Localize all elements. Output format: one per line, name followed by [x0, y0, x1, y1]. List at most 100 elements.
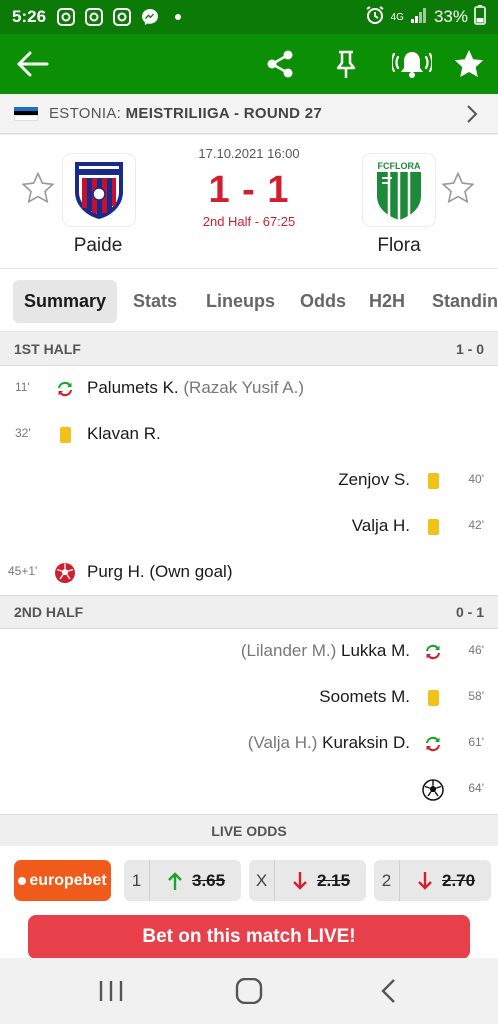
- tab-standings[interactable]: Standings: [421, 280, 498, 323]
- half-label: 1ST HALF: [14, 340, 81, 357]
- back-icon[interactable]: [374, 978, 404, 1004]
- system-nav-bar: [0, 958, 498, 1024]
- arrow-up-icon: [162, 871, 188, 891]
- away-team-logo[interactable]: FCFLORA: [363, 154, 435, 226]
- star-icon[interactable]: [453, 48, 485, 80]
- event-assist: (Razak Yusif A.): [183, 378, 305, 397]
- tab-stats[interactable]: Stats: [122, 280, 188, 323]
- odd-home[interactable]: 1 3.65: [124, 860, 241, 901]
- estonia-flag-icon: [14, 106, 38, 121]
- bookmaker-logo[interactable]: europebet: [14, 860, 111, 901]
- odd-value: 2.15: [317, 870, 351, 890]
- event-player: Valja H.: [351, 516, 410, 535]
- event-minute: 61': [468, 735, 484, 749]
- odd-away[interactable]: 2 2.70: [374, 860, 491, 901]
- away-logo-text: FCFLORA: [378, 161, 421, 171]
- away-team-name[interactable]: Flora: [339, 235, 459, 257]
- odd-label: 2: [374, 860, 400, 901]
- tab-summary[interactable]: Summary: [13, 280, 118, 323]
- yellow-card-icon: [422, 687, 444, 709]
- live-odds-header: LIVE ODDS: [0, 814, 498, 846]
- event-row[interactable]: Soomets M. 58': [0, 675, 498, 721]
- bookmaker-dot-icon: [18, 876, 27, 885]
- odd-value: 2.70: [442, 870, 476, 890]
- substitution-icon: [422, 641, 444, 663]
- home-team-name[interactable]: Paide: [38, 235, 158, 257]
- event-minute: 40': [468, 472, 484, 486]
- event-minute: 32': [15, 426, 31, 440]
- event-player: Lukka M.: [341, 641, 410, 660]
- bet-live-button[interactable]: Bet on this match LIVE!: [28, 915, 470, 959]
- event-row[interactable]: Valja H. 42': [0, 504, 498, 550]
- league-name: MEISTRILIIGA - ROUND 27: [125, 105, 322, 122]
- battery-level: 33%: [433, 7, 468, 26]
- event-row[interactable]: 45+1' Purg H. (Own goal): [0, 550, 498, 596]
- notification-app-icon: [112, 7, 132, 27]
- match-tabs: Summary Stats Lineups Odds H2H Standings: [0, 268, 498, 332]
- chevron-right-icon[interactable]: [466, 105, 478, 123]
- event-player: Palumets K.: [87, 378, 179, 397]
- event-player: Zenjov S.: [338, 470, 410, 489]
- substitution-icon: [422, 733, 444, 755]
- event-assist: (Valja H.): [247, 733, 318, 752]
- odd-label: 1: [124, 860, 150, 901]
- home-icon[interactable]: [234, 977, 264, 1005]
- bell-ringing-icon[interactable]: [390, 48, 434, 80]
- event-row[interactable]: 64': [0, 767, 498, 813]
- event-minute: 58': [468, 689, 484, 703]
- pin-icon[interactable]: [330, 48, 362, 80]
- event-assist: (Lilander M.): [240, 641, 337, 660]
- second-half-events: (Lilander M.) Lukka M. 46' Soomets M. 58…: [0, 629, 498, 814]
- battery-icon: [474, 4, 486, 30]
- own-goal-ball-icon: [54, 562, 76, 584]
- event-minute: 11': [15, 380, 30, 394]
- arrow-down-icon: [287, 871, 313, 891]
- yellow-card-icon: [422, 470, 444, 492]
- signal-icon: [410, 6, 428, 29]
- tab-odds[interactable]: Odds: [289, 280, 357, 323]
- tab-lineups[interactable]: Lineups: [195, 280, 286, 323]
- second-half-header: 2ND HALF 0 - 1: [0, 595, 498, 629]
- favorite-away-star-icon[interactable]: [441, 171, 475, 205]
- event-row[interactable]: (Valja H.) Kuraksin D. 61': [0, 721, 498, 767]
- half-score: 1 - 0: [455, 340, 484, 357]
- dot-icon: [168, 7, 188, 27]
- match-header: Paide 17.10.2021 16:00 1 - 1 2nd Half - …: [0, 135, 498, 268]
- half-label: 2ND HALF: [14, 604, 84, 620]
- odd-draw[interactable]: X 2.15: [249, 860, 366, 901]
- share-icon[interactable]: [264, 48, 296, 80]
- network-type: 4G: [390, 11, 404, 23]
- arrow-down-icon: [412, 871, 438, 891]
- event-minute: 64': [468, 781, 484, 795]
- first-half-events: 11' Palumets K. (Razak Yusif A.) 32' Kla…: [0, 366, 498, 595]
- status-bar: 5:26 4G 33%: [0, 0, 498, 34]
- event-minute: 45+1': [8, 564, 38, 578]
- notification-app-icon: [84, 7, 104, 27]
- messenger-icon: [140, 7, 160, 27]
- app-bar: [0, 34, 498, 94]
- event-player: Kuraksin D.: [322, 733, 410, 752]
- event-minute: 46': [468, 643, 484, 657]
- back-arrow-icon[interactable]: [16, 50, 50, 78]
- league-header[interactable]: ESTONIA: MEISTRILIIGA - ROUND 27: [0, 94, 498, 134]
- league-country: ESTONIA:: [49, 105, 122, 122]
- event-row[interactable]: 11' Palumets K. (Razak Yusif A.): [0, 366, 498, 412]
- event-player: Klavan R.: [87, 424, 161, 443]
- event-row[interactable]: (Lilander M.) Lukka M. 46': [0, 629, 498, 675]
- event-player: Soomets M.: [319, 687, 410, 706]
- status-time: 5:26: [12, 7, 47, 26]
- recent-apps-icon[interactable]: [96, 978, 126, 1004]
- odd-value: 3.65: [192, 870, 226, 890]
- odd-label: X: [249, 860, 275, 901]
- event-row[interactable]: Zenjov S. 40': [0, 458, 498, 504]
- event-minute: 42': [468, 518, 484, 532]
- first-half-header: 1ST HALF 1 - 0: [0, 332, 498, 366]
- tab-h2h[interactable]: H2H: [358, 280, 416, 323]
- substitution-icon: [54, 378, 76, 400]
- yellow-card-icon: [422, 516, 444, 538]
- goal-ball-icon: [422, 779, 444, 801]
- event-row[interactable]: 32' Klavan R.: [0, 412, 498, 458]
- live-odds-row: europebet 1 3.65 X 2.15 2 2.70 Bet on th…: [0, 846, 498, 959]
- alarm-icon: [365, 5, 385, 30]
- event-player: Purg H. (Own goal): [87, 562, 233, 581]
